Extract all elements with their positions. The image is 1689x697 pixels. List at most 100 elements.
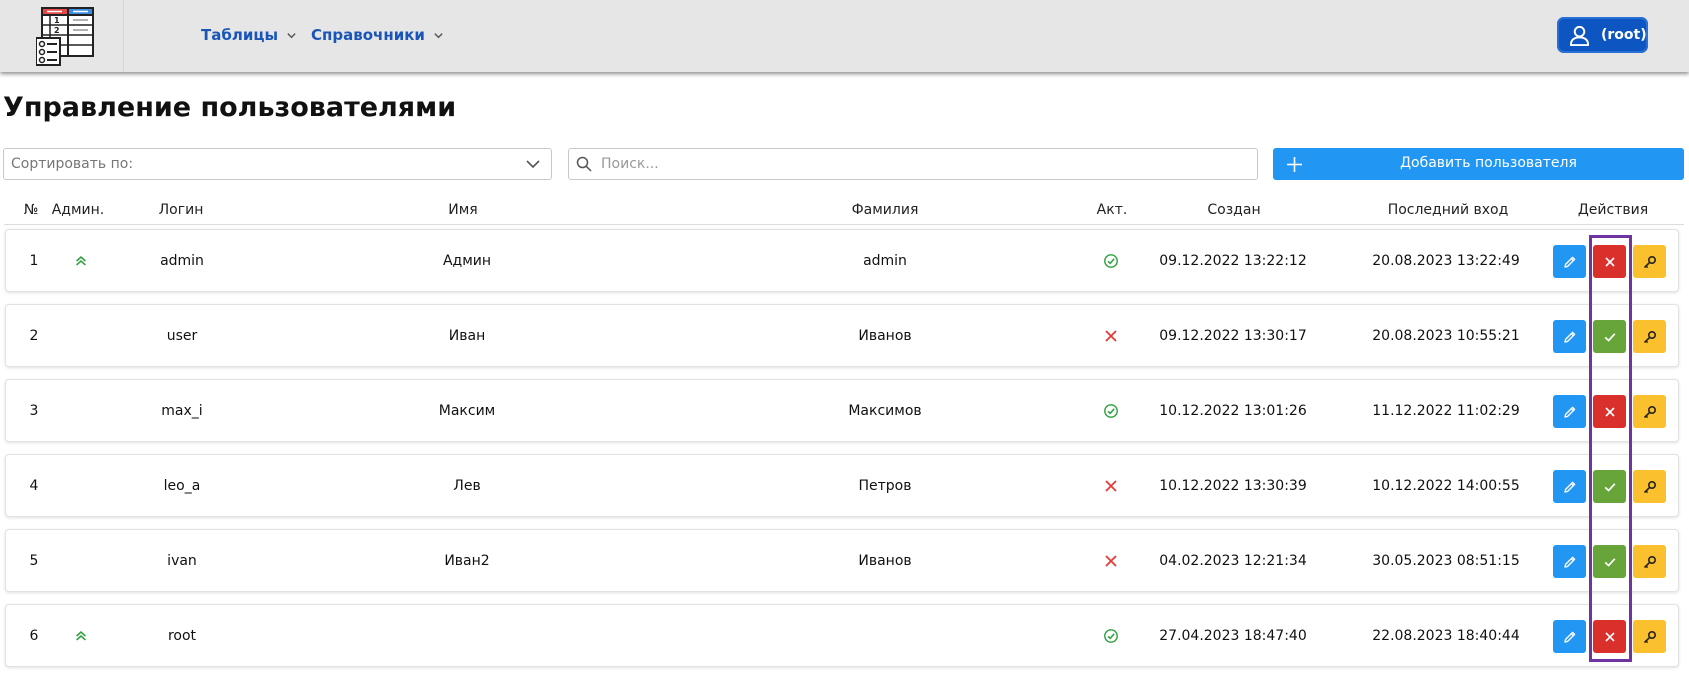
key-icon	[1643, 480, 1656, 493]
row-surname: admin	[863, 252, 907, 269]
row-number: 5	[29, 552, 39, 569]
change-password-button[interactable]	[1633, 545, 1666, 578]
table-row[interactable]: 6 root 27.04.2023 18:47:40 22.08.2023 18:40…	[5, 604, 1679, 667]
row-number: 1	[29, 252, 39, 269]
row-first-name: Иван	[448, 327, 486, 344]
column-header-name[interactable]: Имя	[448, 202, 477, 218]
pencil-icon	[1563, 256, 1575, 268]
edit-user-button[interactable]	[1553, 620, 1586, 653]
row-login: admin	[160, 252, 204, 269]
admin-badge	[74, 230, 88, 291]
column-header-actions: Действия	[1577, 202, 1649, 218]
check-circle-icon	[1104, 403, 1118, 418]
column-header-active[interactable]: Акт.	[1097, 202, 1128, 218]
row-last-login: 11.12.2022 11:02:29	[1372, 402, 1520, 419]
row-first-name: Админ	[442, 252, 492, 269]
sort-select[interactable]: Сортировать по:	[3, 148, 552, 180]
activate-user-button[interactable]	[1593, 470, 1626, 503]
active-status	[1103, 305, 1119, 366]
check-icon	[1604, 482, 1615, 492]
column-header-created[interactable]: Создан	[1207, 202, 1260, 218]
close-icon	[1105, 479, 1117, 492]
row-created: 09.12.2022 13:30:17	[1159, 327, 1307, 344]
key-icon	[1643, 555, 1656, 568]
edit-user-button[interactable]	[1553, 545, 1586, 578]
chevron-down-icon	[526, 160, 540, 169]
nav-directories-label: Справочники	[311, 26, 425, 44]
change-password-button[interactable]	[1633, 320, 1666, 353]
row-first-name: Иван2	[444, 552, 490, 569]
column-header-surname[interactable]: Фамилия	[852, 202, 919, 218]
table-row[interactable]: 3 max_i Максим Максимов 10.12.2022 13:01:26 1…	[5, 379, 1679, 442]
row-login: ivan	[167, 552, 197, 569]
pencil-icon	[1563, 406, 1575, 418]
row-login: user	[166, 327, 198, 344]
user-icon	[1569, 25, 1590, 46]
svg-text:2: 2	[54, 26, 60, 35]
row-first-name: Лев	[453, 477, 481, 494]
column-header-number[interactable]: №	[24, 202, 39, 218]
table-row[interactable]: 2 user Иван Иванов 09.12.2022 13:30:17 20.08.…	[5, 304, 1679, 367]
edit-user-button[interactable]	[1553, 470, 1586, 503]
active-status	[1103, 455, 1119, 516]
search-input[interactable]	[599, 155, 1243, 173]
close-icon	[1105, 554, 1117, 567]
add-user-button[interactable]: Добавить пользователя	[1273, 148, 1684, 180]
edit-user-button[interactable]	[1553, 395, 1586, 428]
edit-user-button[interactable]	[1553, 320, 1586, 353]
change-password-button[interactable]	[1633, 245, 1666, 278]
row-last-login: 20.08.2023 10:55:21	[1372, 327, 1520, 344]
row-number: 3	[29, 402, 39, 419]
close-icon	[1604, 256, 1615, 267]
key-icon	[1643, 255, 1656, 268]
user-name-label: (root)	[1601, 27, 1647, 43]
active-status	[1103, 530, 1119, 591]
key-icon	[1643, 630, 1656, 643]
pencil-icon	[1563, 331, 1575, 343]
activate-user-button[interactable]	[1593, 320, 1626, 353]
table-logo-icon: 1 2	[35, 7, 94, 66]
active-status	[1103, 605, 1119, 666]
pencil-icon	[1563, 631, 1575, 643]
table-row[interactable]: 4 leo_a Лев Петров 10.12.2022 13:30:39 10.12.…	[5, 454, 1679, 517]
row-last-login: 10.12.2022 14:00:55	[1372, 477, 1520, 494]
deactivate-user-button[interactable]	[1593, 245, 1626, 278]
deactivate-user-button[interactable]	[1593, 395, 1626, 428]
check-icon	[1604, 557, 1615, 567]
edit-user-button[interactable]	[1553, 245, 1586, 278]
row-last-login: 30.05.2023 08:51:15	[1372, 552, 1520, 569]
sort-select-placeholder: Сортировать по:	[11, 156, 134, 172]
row-created: 27.04.2023 18:47:40	[1159, 627, 1307, 644]
logo-divider	[123, 0, 124, 72]
row-created: 10.12.2022 13:30:39	[1159, 477, 1307, 494]
svg-text:1: 1	[54, 16, 60, 25]
add-user-label: Добавить пользователя	[1400, 155, 1577, 171]
check-circle-icon	[1104, 628, 1118, 643]
table-row[interactable]: 1 admin Админ admin 09.12.2022 13:22:12 20.08…	[5, 229, 1679, 292]
nav-directories-menu[interactable]: Справочники	[311, 26, 444, 44]
row-number: 4	[29, 477, 39, 494]
table-row[interactable]: 5 ivan Иван2 Иванов 04.02.2023 12:21:34 30.05…	[5, 529, 1679, 592]
column-header-login[interactable]: Логин	[159, 202, 204, 218]
chevron-down-icon	[287, 32, 296, 38]
change-password-button[interactable]	[1633, 470, 1666, 503]
row-surname: Иванов	[858, 327, 912, 344]
activate-user-button[interactable]	[1593, 545, 1626, 578]
column-header-last-login[interactable]: Последний вход	[1388, 202, 1509, 218]
close-icon	[1105, 329, 1117, 342]
row-last-login: 22.08.2023 18:40:44	[1372, 627, 1520, 644]
deactivate-user-button[interactable]	[1593, 620, 1626, 653]
row-login: max_i	[161, 402, 203, 419]
row-login: root	[167, 627, 197, 644]
page-title: Управление пользователями	[3, 92, 457, 123]
search-icon	[576, 156, 592, 172]
change-password-button[interactable]	[1633, 620, 1666, 653]
nav-tables-menu[interactable]: Таблицы	[201, 26, 297, 44]
row-last-login: 20.08.2023 13:22:49	[1372, 252, 1520, 269]
app-logo[interactable]: 1 2	[35, 6, 96, 66]
user-menu-button[interactable]: (root)	[1557, 17, 1648, 53]
search-field[interactable]	[568, 148, 1258, 180]
active-status	[1103, 380, 1119, 441]
change-password-button[interactable]	[1633, 395, 1666, 428]
column-header-admin[interactable]: Админ.	[52, 202, 105, 218]
